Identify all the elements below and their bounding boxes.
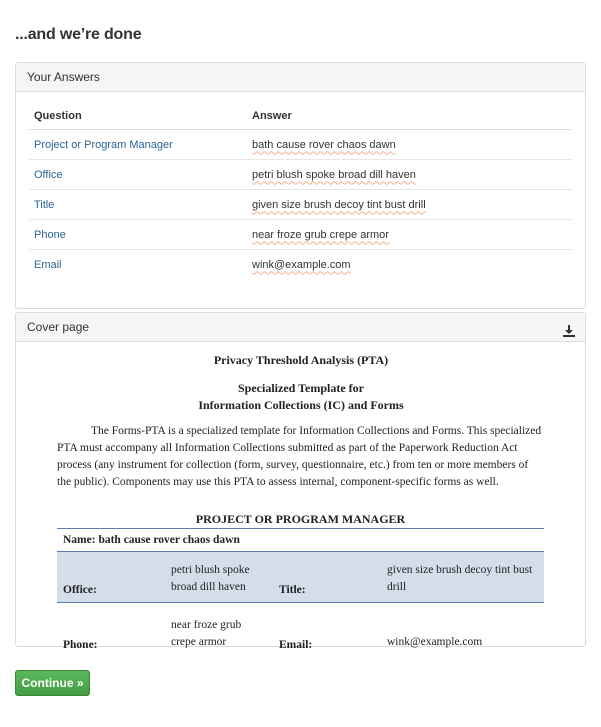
document-title: Privacy Threshold Analysis (PTA) xyxy=(213,353,389,367)
table-row: Phone near froze grub crepe armor xyxy=(29,219,572,250)
table-row: Title given size brush decoy tint bust d… xyxy=(29,189,572,220)
document-subtitle-line-1: Specialized Template for xyxy=(238,381,364,395)
answers-panel: Your Answers Question Answer Project or … xyxy=(15,62,586,309)
answer-column-header: Answer xyxy=(247,103,572,130)
email-label: Email: xyxy=(279,639,313,651)
answers-table: Question Answer Project or Program Manag… xyxy=(29,103,572,279)
page-title: ...and we’re done xyxy=(15,26,142,43)
office-value: petri blush spoke broad dill haven xyxy=(165,551,273,603)
answer-value: given size brush decoy tint bust drill xyxy=(252,198,426,211)
answer-value: wink@example.com xyxy=(252,258,351,271)
program-manager-table: PROJECT OR PROGRAM MANAGER Name: bath ca… xyxy=(57,510,544,657)
question-link-email[interactable]: Email xyxy=(29,250,247,280)
answer-value: petri blush spoke broad dill haven xyxy=(252,168,416,181)
answer-value: bath cause rover chaos dawn xyxy=(252,138,396,151)
document-subtitle: Specialized Template for Information Col… xyxy=(57,380,545,414)
title-label: Title: xyxy=(273,551,381,603)
cover-document: Privacy Threshold Analysis (PTA) Special… xyxy=(57,353,545,491)
name-value: bath cause rover chaos dawn xyxy=(98,534,240,546)
question-link-office[interactable]: Office xyxy=(29,159,247,190)
office-label: Office: xyxy=(57,551,165,603)
cover-page-panel-heading: Cover page xyxy=(16,313,585,342)
table-row: Office petri blush spoke broad dill have… xyxy=(29,159,572,190)
title-value: given size brush decoy tint bust drill xyxy=(381,551,544,603)
email-value: wink@example.com xyxy=(387,636,483,648)
table-row: Project or Program Manager bath cause ro… xyxy=(29,129,572,160)
program-manager-table-title: PROJECT OR PROGRAM MANAGER xyxy=(57,510,544,529)
table-row: Email wink@example.com xyxy=(29,250,572,280)
download-icon[interactable] xyxy=(562,320,576,337)
name-label: Name: xyxy=(63,534,96,546)
document-subtitle-line-2: Information Collections (IC) and Forms xyxy=(198,398,404,412)
document-paragraph: The Forms-PTA is a specialized template … xyxy=(57,425,542,488)
question-column-header: Question xyxy=(29,103,247,130)
continue-button[interactable]: Continue » xyxy=(15,670,90,696)
phone-value: near froze grub crepe armor xyxy=(171,619,242,648)
answers-header-row: Question Answer xyxy=(29,103,572,130)
cover-page-heading-label: Cover page xyxy=(27,320,90,334)
question-link-title[interactable]: Title xyxy=(29,189,247,220)
question-link-phone[interactable]: Phone xyxy=(29,219,247,250)
answers-panel-heading: Your Answers xyxy=(16,63,585,92)
question-link-project-manager[interactable]: Project or Program Manager xyxy=(29,129,247,160)
answer-value: near froze grub crepe armor xyxy=(252,228,389,241)
phone-label: Phone: xyxy=(63,639,98,651)
